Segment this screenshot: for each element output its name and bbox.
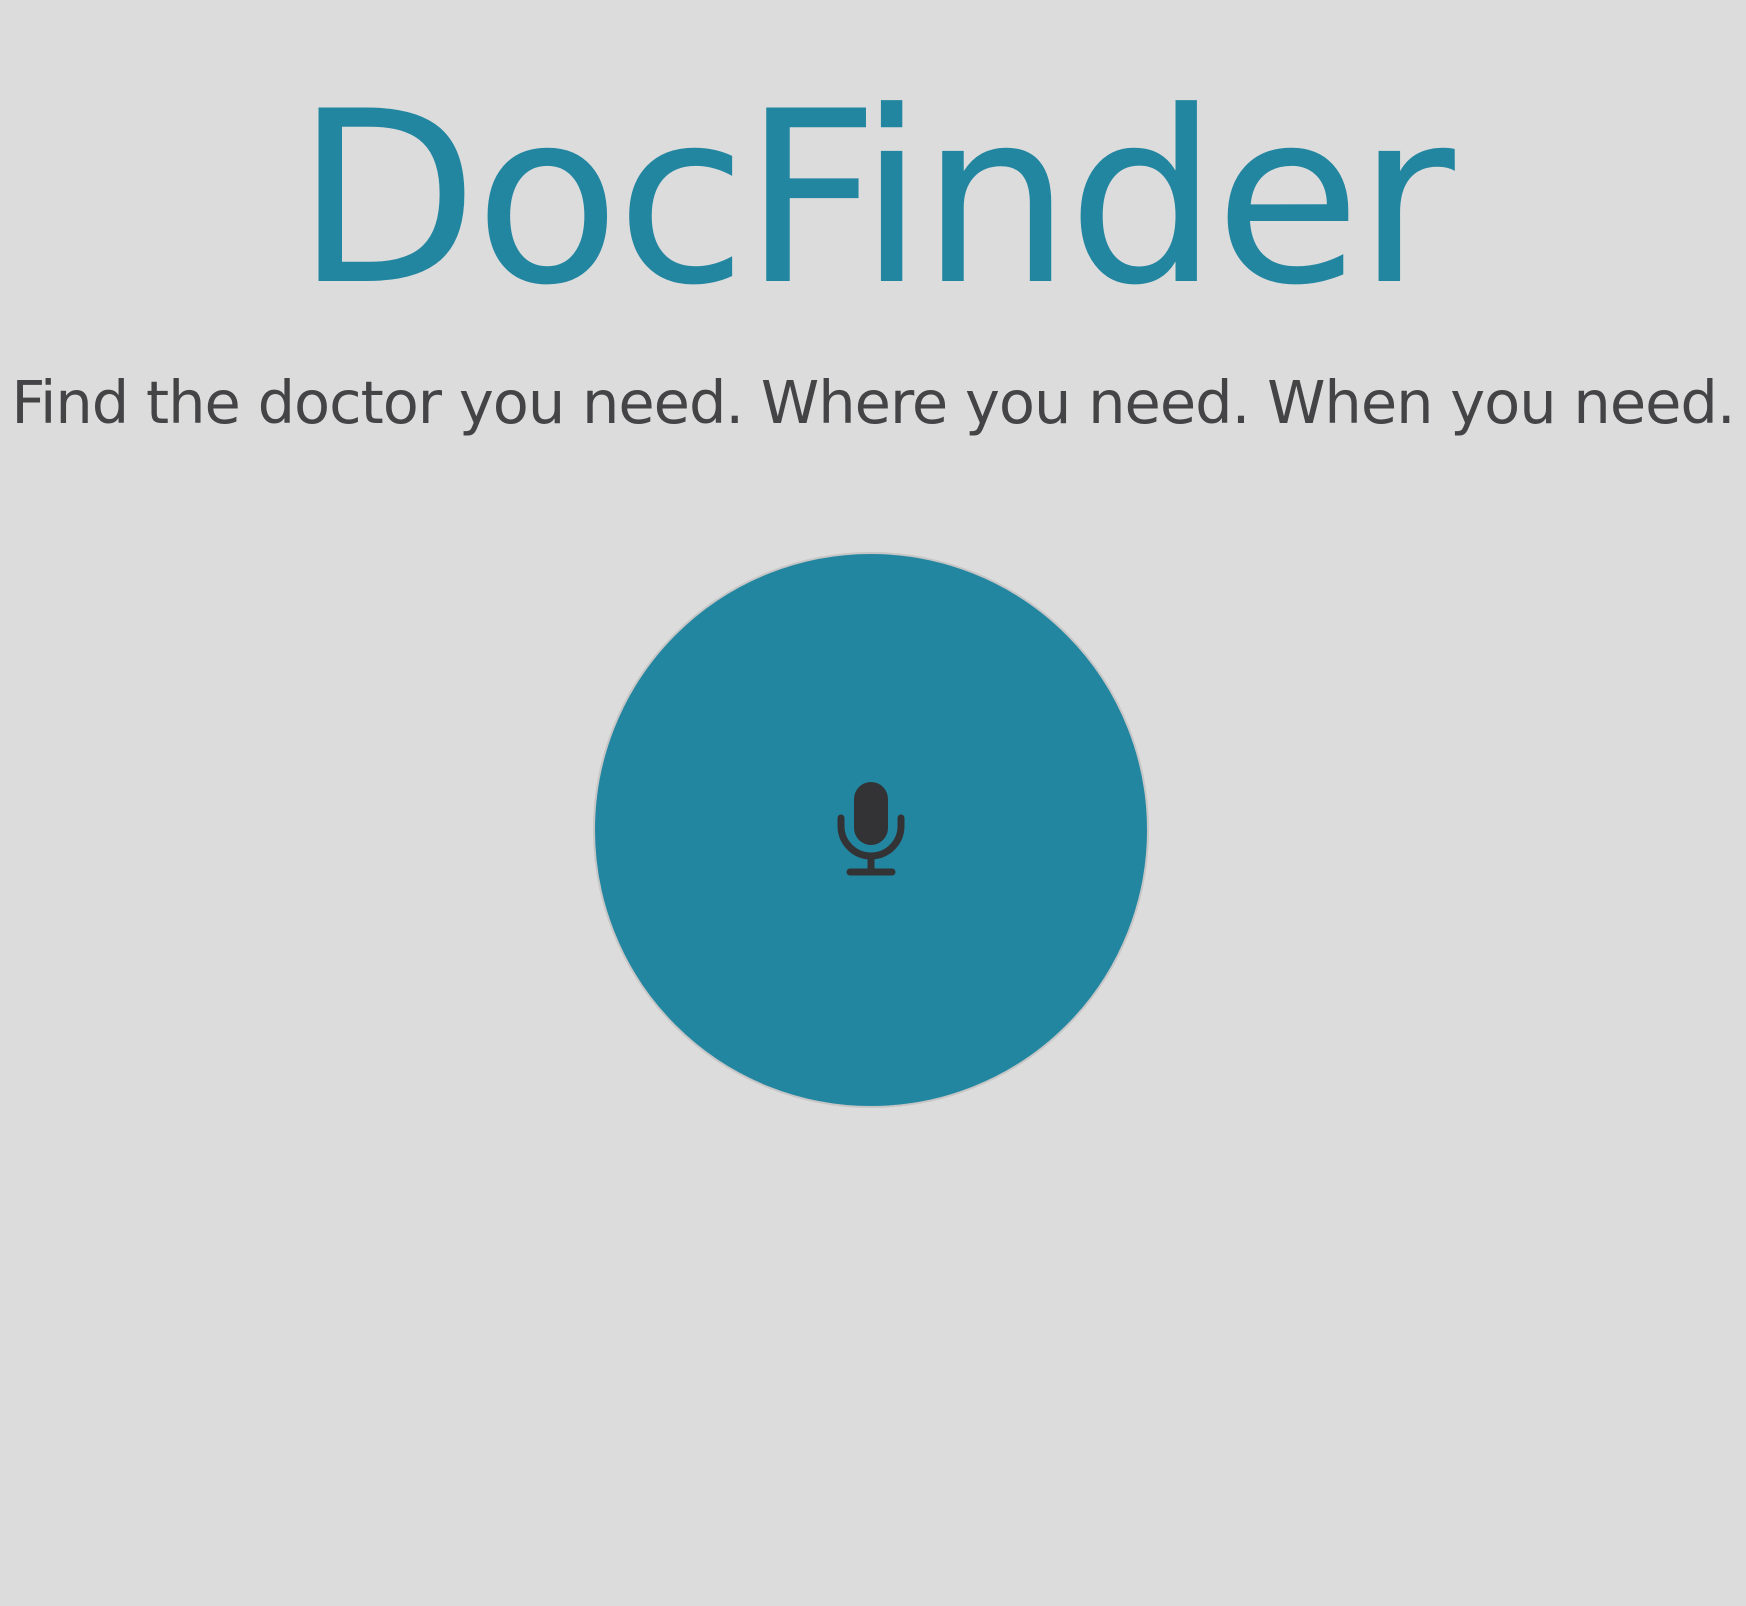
microphone-icon xyxy=(837,782,905,876)
tagline: Find the doctor you need. Where you need… xyxy=(11,368,1735,437)
voice-search-button[interactable] xyxy=(593,552,1149,1108)
app-title: DocFinder xyxy=(295,61,1455,338)
